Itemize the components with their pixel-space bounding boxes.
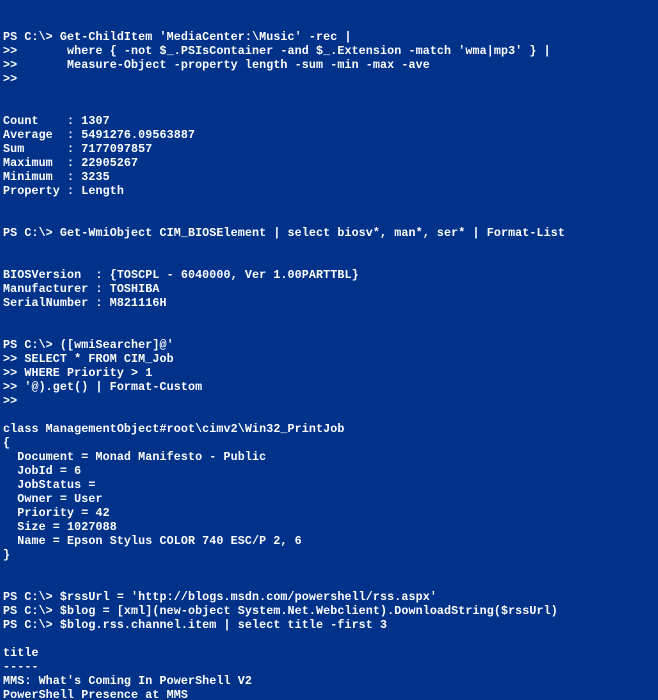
terminal-line: >> '@).get() | Format-Custom [3, 380, 202, 394]
terminal-line: Manufacturer : TOSHIBA [3, 282, 160, 296]
terminal-line: Sum : 7177097857 [3, 142, 152, 156]
terminal-line: SerialNumber : M821116H [3, 296, 167, 310]
terminal-line: PS C:\> $blog = [xml](new-object System.… [3, 604, 558, 618]
terminal-line: Maximum : 22905267 [3, 156, 138, 170]
terminal-line: { [3, 436, 10, 450]
terminal-line: PS C:\> ([wmiSearcher]@' [3, 338, 174, 352]
terminal-line: class ManagementObject#root\cimv2\Win32_… [3, 422, 344, 436]
terminal-line: PS C:\> $blog.rss.channel.item | select … [3, 618, 387, 632]
terminal-line: >> where { -not $_.PSIsContainer -and $_… [3, 44, 551, 58]
terminal-output[interactable]: PS C:\> Get-ChildItem 'MediaCenter:\Musi… [3, 30, 658, 700]
terminal-line: >> [3, 394, 17, 408]
terminal-line: PS C:\> Get-ChildItem 'MediaCenter:\Musi… [3, 30, 352, 44]
terminal-line: BIOSVersion : {TOSCPL - 6040000, Ver 1.0… [3, 268, 359, 282]
terminal-line: PS C:\> Get-WmiObject CIM_BIOSElement | … [3, 226, 565, 240]
terminal-line: JobStatus = [3, 478, 95, 492]
terminal-line: >> WHERE Priority > 1 [3, 366, 152, 380]
terminal-line: JobId = 6 [3, 464, 81, 478]
terminal-line: MMS: What's Coming In PowerShell V2 [3, 674, 252, 688]
terminal-line: >> SELECT * FROM CIM_Job [3, 352, 174, 366]
terminal-line: Count : 1307 [3, 114, 110, 128]
terminal-line: Average : 5491276.09563887 [3, 128, 195, 142]
terminal-line: Priority = 42 [3, 506, 110, 520]
terminal-line: Document = Monad Manifesto - Public [3, 450, 266, 464]
terminal-line: Owner = User [3, 492, 103, 506]
terminal-line: >> [3, 72, 17, 86]
terminal-line: PowerShell Presence at MMS [3, 688, 188, 700]
terminal-line: Minimum : 3235 [3, 170, 110, 184]
terminal-line: } [3, 548, 10, 562]
terminal-line: title [3, 646, 39, 660]
terminal-line: Size = 1027088 [3, 520, 117, 534]
terminal-line: Name = Epson Stylus COLOR 740 ESC/P 2, 6 [3, 534, 302, 548]
terminal-line: Property : Length [3, 184, 124, 198]
terminal-line: PS C:\> $rssUrl = 'http://blogs.msdn.com… [3, 590, 437, 604]
terminal-line: >> Measure-Object -property length -sum … [3, 58, 430, 72]
terminal-line: ----- [3, 660, 39, 674]
